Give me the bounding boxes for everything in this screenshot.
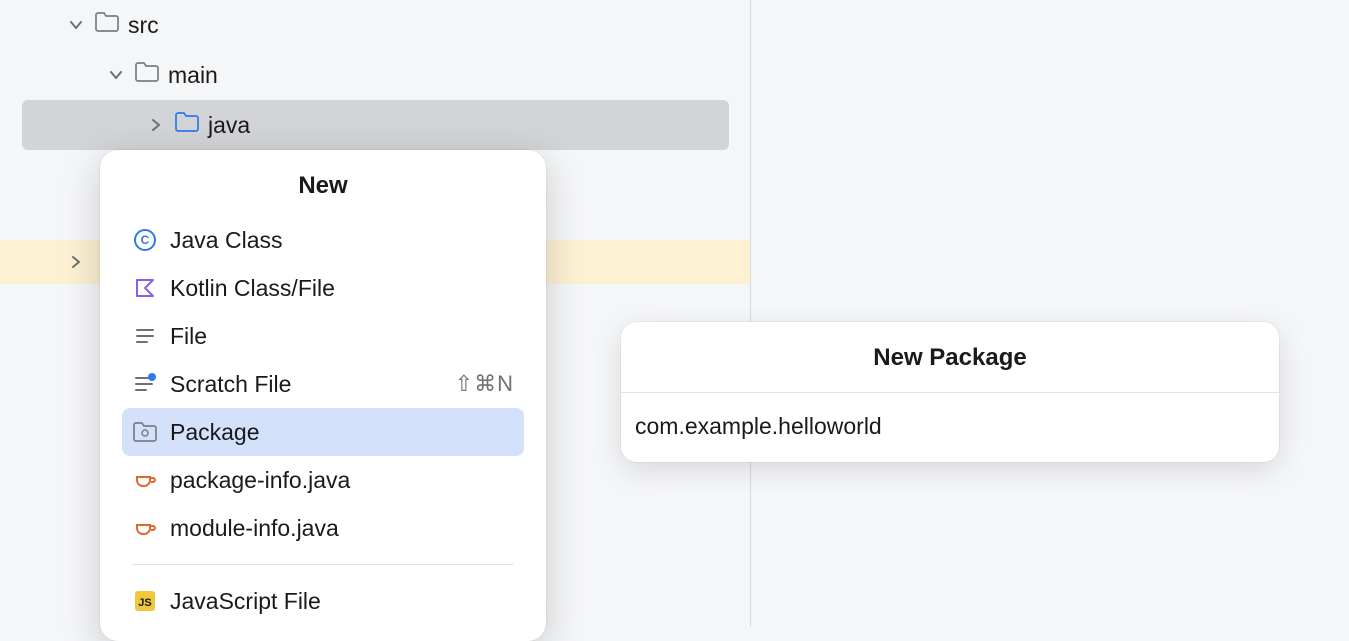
svg-text:JS: JS <box>138 597 151 609</box>
menu-separator <box>132 564 514 565</box>
folder-icon <box>134 61 160 89</box>
tree-label-src: src <box>128 12 159 39</box>
svg-text:C: C <box>141 233 150 247</box>
package-icon <box>132 419 158 445</box>
kotlin-icon <box>132 275 158 301</box>
package-name-input[interactable] <box>621 393 1279 462</box>
javascript-icon: JS <box>132 588 158 614</box>
menu-item-label: module-info.java <box>170 515 339 542</box>
chevron-right-icon[interactable] <box>146 115 166 135</box>
menu-item-label: Package <box>170 419 260 446</box>
tree-row-java[interactable]: java <box>22 100 729 150</box>
context-menu-title: New <box>100 166 546 216</box>
menu-item-file[interactable]: File <box>122 312 524 360</box>
tree-label-java: java <box>208 112 250 139</box>
file-lines-icon <box>132 323 158 349</box>
source-folder-icon <box>174 111 200 139</box>
folder-icon <box>94 11 120 39</box>
vertical-divider <box>750 0 751 627</box>
scratch-file-icon <box>132 371 158 397</box>
menu-item-label: package-info.java <box>170 467 350 494</box>
java-cup-icon <box>132 467 158 493</box>
tree-label-main: main <box>168 62 218 89</box>
java-class-icon: C <box>132 227 158 253</box>
menu-item-label: Java Class <box>170 227 282 254</box>
menu-item-label: Scratch File <box>170 371 291 398</box>
dialog-title: New Package <box>621 322 1279 393</box>
java-cup-icon <box>132 515 158 541</box>
chevron-down-icon[interactable] <box>106 65 126 85</box>
menu-item-label: Kotlin Class/File <box>170 275 335 302</box>
new-package-dialog: New Package <box>621 322 1279 462</box>
tree-row-main[interactable]: main <box>0 50 750 100</box>
new-context-menu: New C Java Class Kotlin Class/File File … <box>100 150 546 641</box>
menu-shortcut: ⇧⌘N <box>455 371 514 397</box>
menu-item-javascript-file[interactable]: JS JavaScript File <box>122 577 524 625</box>
menu-item-scratch-file[interactable]: Scratch File ⇧⌘N <box>122 360 524 408</box>
menu-item-package-info[interactable]: package-info.java <box>122 456 524 504</box>
chevron-down-icon[interactable] <box>66 15 86 35</box>
menu-item-label: JavaScript File <box>170 588 321 615</box>
chevron-right-icon[interactable] <box>66 252 86 272</box>
menu-item-java-class[interactable]: C Java Class <box>122 216 524 264</box>
tree-row-src[interactable]: src <box>0 0 750 50</box>
menu-item-label: File <box>170 323 207 350</box>
menu-item-package[interactable]: Package <box>122 408 524 456</box>
menu-item-module-info[interactable]: module-info.java <box>122 504 524 552</box>
menu-item-kotlin[interactable]: Kotlin Class/File <box>122 264 524 312</box>
